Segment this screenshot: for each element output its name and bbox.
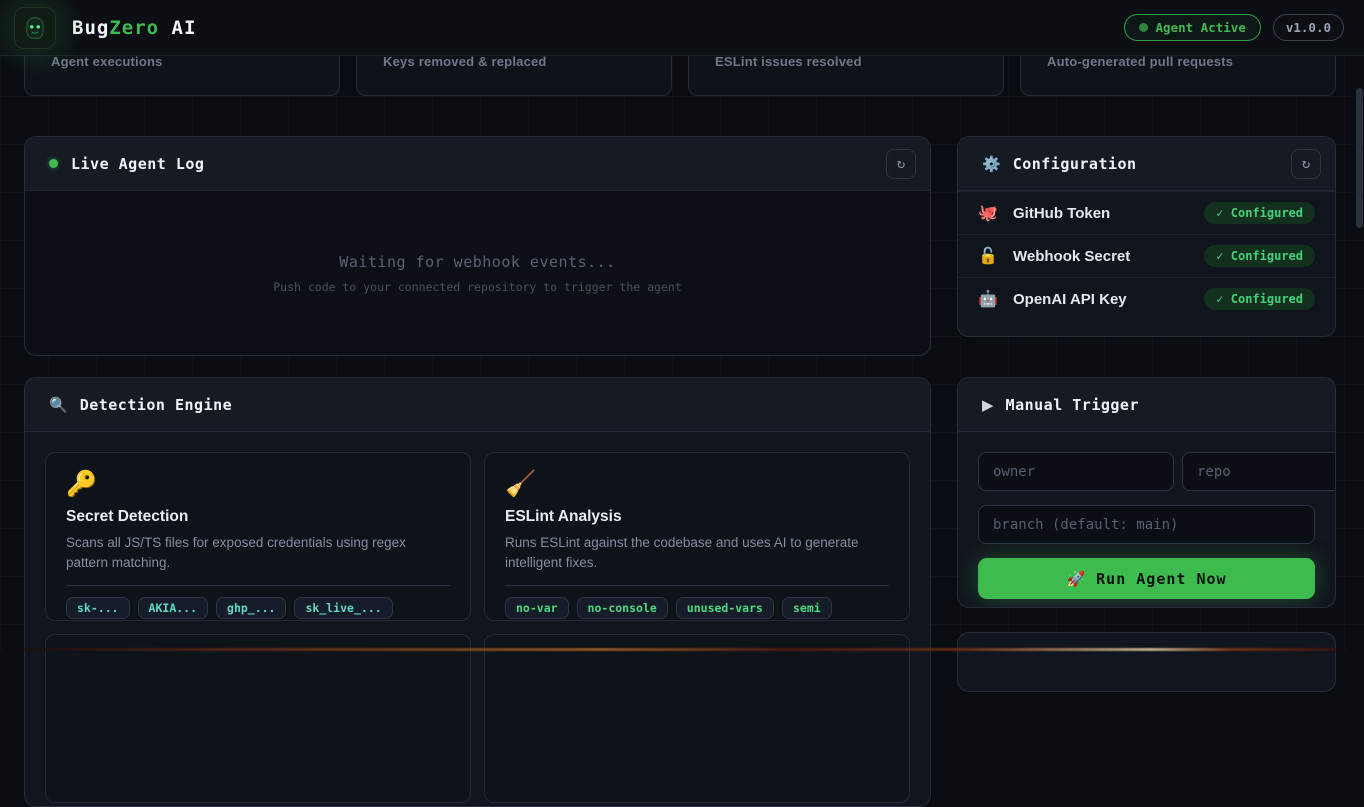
detection-card-description: Runs ESLint against the codebase and use… xyxy=(505,535,859,571)
live-status-dot-icon xyxy=(49,159,58,168)
brand-part-bug: Bug xyxy=(72,16,110,39)
rule-chip: unused-vars xyxy=(675,596,774,619)
divider xyxy=(66,584,450,586)
robot-icon: 🤖 xyxy=(978,291,998,308)
broom-icon: 🧹 xyxy=(505,470,537,498)
agent-active-dot-icon xyxy=(1138,23,1148,32)
configured-status-badge: ✓ Configured xyxy=(1204,202,1315,224)
owner-repo-row xyxy=(978,452,1335,491)
octopus-icon: 🐙 xyxy=(978,205,998,222)
magnifier-icon: 🔍 xyxy=(49,396,68,414)
brand-part-zero: Zero xyxy=(109,16,160,39)
live-agent-log-body: Waiting for webhook events... Push code … xyxy=(25,191,930,355)
page-scrollbar[interactable] xyxy=(1355,0,1364,651)
detection-card-partial xyxy=(484,634,910,803)
config-label: GitHub Token xyxy=(1013,204,1111,222)
detection-card-title: ESLint Analysis xyxy=(505,508,622,525)
detection-card-partial xyxy=(45,634,471,803)
detection-engine-panel: 🔍 Detection Engine 🔑 Secret Detection Sc… xyxy=(24,377,931,807)
agent-active-label: Agent Active xyxy=(1155,20,1246,35)
refresh-log-button[interactable]: ↻ xyxy=(886,148,916,179)
pattern-chip: sk_live_... xyxy=(294,596,393,619)
agent-active-badge: Agent Active xyxy=(1123,14,1261,41)
config-label: Webhook Secret xyxy=(1013,247,1131,265)
pattern-chip: AKIA... xyxy=(137,596,209,619)
brand-part-ai: AI xyxy=(159,16,197,39)
config-row-webhook-secret: 🔓 Webhook Secret ✓ Configured xyxy=(958,234,1335,277)
rule-chip: no-var xyxy=(505,596,569,619)
config-label: OpenAI API Key xyxy=(1013,290,1127,308)
brand-title: BugZero AI xyxy=(72,17,196,39)
live-agent-log-panel: Live Agent Log ↻ Waiting for webhook eve… xyxy=(24,136,931,356)
live-agent-log-title: Live Agent Log xyxy=(71,154,205,173)
version-badge: v1.0.0 xyxy=(1272,14,1344,41)
manual-trigger-panel: ▶ Manual Trigger 🚀 Run Agent Now xyxy=(957,377,1336,608)
repo-input[interactable] xyxy=(1182,452,1335,491)
detection-cards-grid: 🔑 Secret Detection Scans all JS/TS files… xyxy=(25,432,930,806)
refresh-icon: ↻ xyxy=(896,155,906,172)
logo-wrap xyxy=(0,0,90,83)
owner-input[interactable] xyxy=(978,452,1174,491)
run-agent-button[interactable]: 🚀 Run Agent Now xyxy=(978,558,1315,599)
partial-bottom-panel xyxy=(957,632,1336,692)
stat-card-label: ESLint issues resolved xyxy=(715,54,862,69)
manual-trigger-body: 🚀 Run Agent Now xyxy=(958,432,1335,607)
config-row-openai-key: 🤖 OpenAI API Key ✓ Configured xyxy=(958,277,1335,320)
waiting-hint: Push code to your connected repository t… xyxy=(273,280,682,294)
branch-input[interactable] xyxy=(978,505,1315,544)
divider xyxy=(505,584,889,586)
detection-card-secret: 🔑 Secret Detection Scans all JS/TS files… xyxy=(45,452,471,621)
key-icon: 🔑 xyxy=(66,470,98,498)
detection-card-eslint: 🧹 ESLint Analysis Runs ESLint against th… xyxy=(484,452,910,621)
version-label: v1.0.0 xyxy=(1285,20,1331,35)
config-row-github-token: 🐙 GitHub Token ✓ Configured xyxy=(958,191,1335,234)
stat-card-label: Agent executions xyxy=(51,54,163,69)
detection-card-description: Scans all JS/TS files for exposed creden… xyxy=(66,535,406,571)
pattern-chip: ghp_... xyxy=(216,596,287,619)
scrollbar-thumb[interactable] xyxy=(1356,88,1363,228)
rule-chips: no-var no-console unused-vars semi xyxy=(505,596,889,619)
run-agent-label: Run Agent Now xyxy=(1096,569,1227,588)
waiting-message: Waiting for webhook events... xyxy=(339,253,616,271)
configuration-header: ⚙️ Configuration ↻ xyxy=(958,137,1335,191)
bugzero-logo-icon xyxy=(14,6,56,49)
stat-card-label: Auto-generated pull requests xyxy=(1047,54,1234,69)
detection-engine-title: Detection Engine xyxy=(79,395,233,414)
detection-engine-header: 🔍 Detection Engine xyxy=(25,378,930,432)
configuration-title: Configuration xyxy=(1012,154,1137,173)
lock-icon: 🔓 xyxy=(978,248,998,265)
pattern-chip: sk-... xyxy=(66,596,130,619)
configuration-panel: ⚙️ Configuration ↻ 🐙 GitHub Token ✓ Conf… xyxy=(957,136,1336,337)
stat-card-label: Keys removed & replaced xyxy=(383,54,547,69)
rule-chip: no-console xyxy=(576,596,668,619)
bug-icon xyxy=(26,16,44,39)
detection-card-title: Secret Detection xyxy=(66,508,189,525)
manual-trigger-header: ▶ Manual Trigger xyxy=(958,378,1335,432)
rocket-icon: 🚀 xyxy=(1066,569,1087,588)
top-header: BugZero AI Agent Active v1.0.0 xyxy=(0,0,1364,83)
live-agent-log-header: Live Agent Log ↻ xyxy=(25,137,930,191)
gear-icon: ⚙️ xyxy=(982,155,1001,173)
refresh-config-button[interactable]: ↻ xyxy=(1291,148,1321,179)
play-icon: ▶ xyxy=(982,396,994,414)
rule-chip: semi xyxy=(781,596,832,619)
manual-trigger-title: Manual Trigger xyxy=(1005,395,1139,414)
refresh-icon: ↻ xyxy=(1301,155,1311,172)
pattern-chips: sk-... AKIA... ghp_... sk_live_... Beare… xyxy=(66,596,450,621)
configured-status-badge: ✓ Configured xyxy=(1204,245,1315,267)
configured-status-badge: ✓ Configured xyxy=(1204,288,1315,310)
